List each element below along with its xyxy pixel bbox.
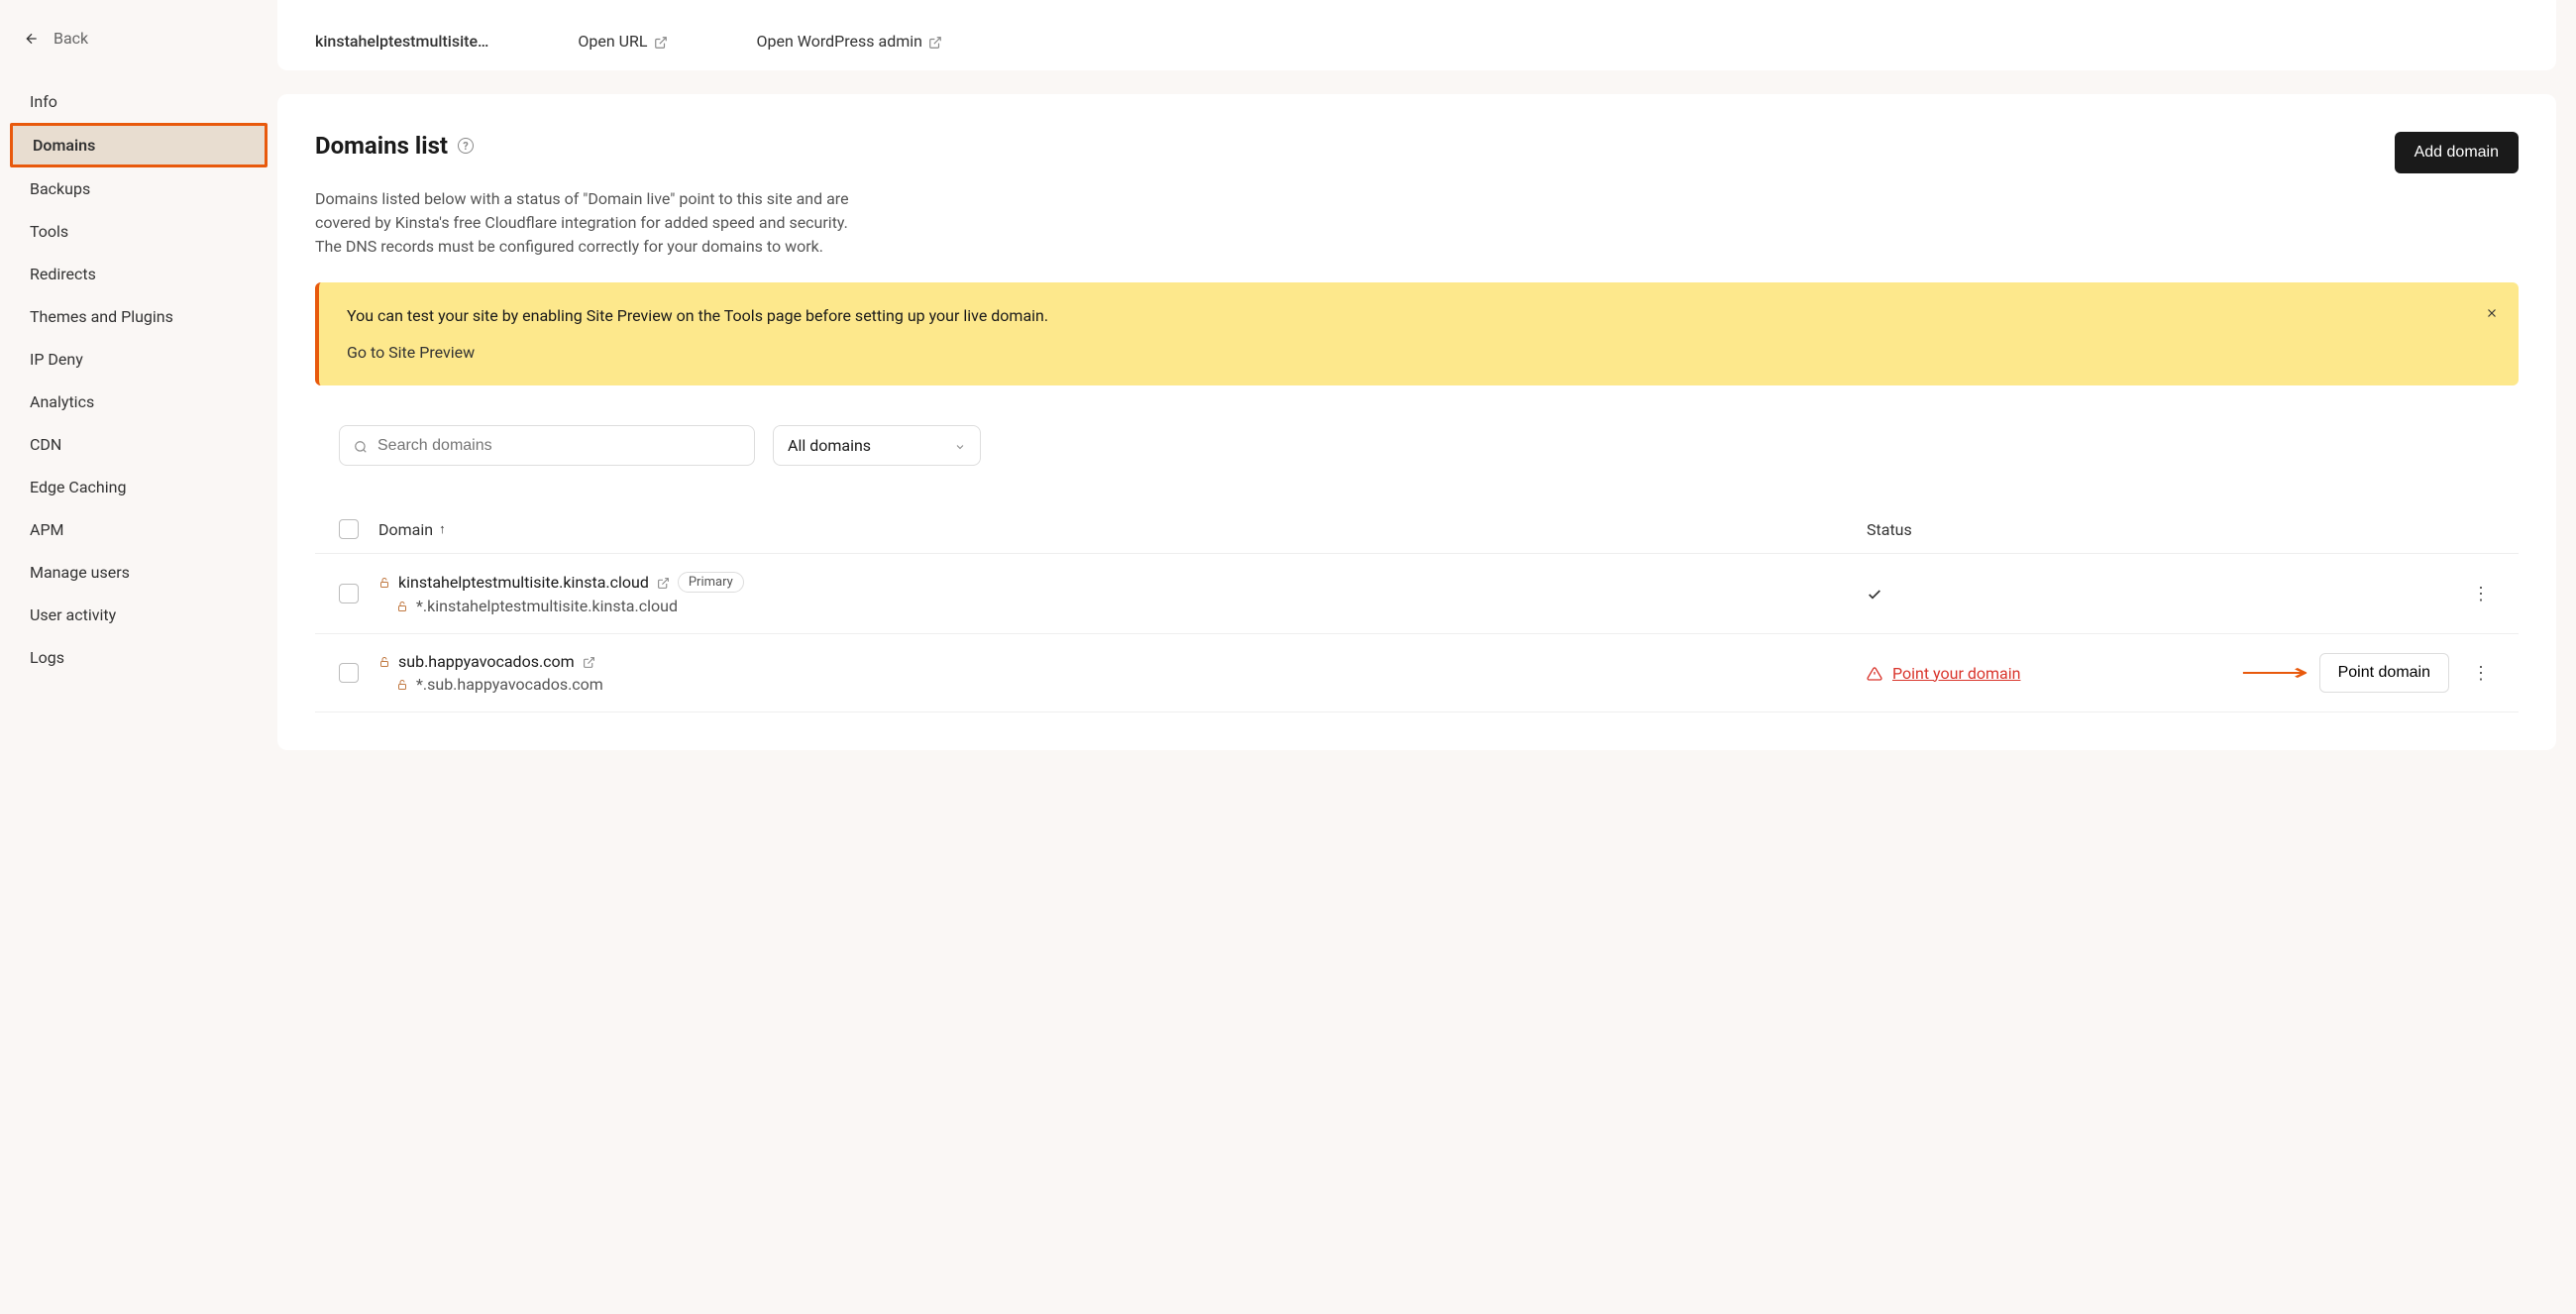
back-button[interactable]: Back (0, 20, 277, 56)
check-icon (1867, 585, 1882, 603)
warning-icon (1867, 664, 1882, 683)
page-description: Domains listed below with a status of "D… (315, 187, 870, 259)
sidebar-item-manage-users[interactable]: Manage users (0, 551, 277, 594)
column-header-status[interactable]: Status (1867, 520, 2243, 539)
filter-select[interactable]: All domains (773, 425, 981, 466)
external-link-icon[interactable] (657, 573, 670, 592)
external-link-icon (928, 32, 942, 51)
site-preview-alert: You can test your site by enabling Site … (315, 282, 2519, 385)
table-row: kinstahelptestmultisite.kinsta.cloud Pri… (315, 554, 2519, 634)
wildcard-domain: *.kinstahelptestmultisite.kinsta.cloud (416, 597, 678, 615)
primary-badge: Primary (678, 572, 744, 593)
column-domain-label: Domain (378, 520, 433, 539)
table-row: sub.happyavocados.com *.sub.happyavocado… (315, 634, 2519, 712)
topbar: kinstahelptestmultisite… Open URL Open W… (277, 0, 2556, 70)
filter-label: All domains (788, 436, 871, 455)
sidebar-item-backups[interactable]: Backups (0, 167, 277, 210)
sidebar-item-themes-plugins[interactable]: Themes and Plugins (0, 295, 277, 338)
open-wp-label: Open WordPress admin (757, 32, 922, 51)
select-all-checkbox[interactable] (339, 519, 359, 539)
sidebar-item-edge-caching[interactable]: Edge Caching (0, 466, 277, 508)
lock-icon (378, 654, 390, 669)
sidebar-item-domains[interactable]: Domains (10, 123, 268, 167)
sidebar-item-cdn[interactable]: CDN (0, 423, 277, 466)
sidebar: Back Info Domains Backups Tools Redirect… (0, 0, 277, 1314)
point-domain-button[interactable]: Point domain (2319, 653, 2449, 693)
sidebar-item-user-activity[interactable]: User activity (0, 594, 277, 636)
search-icon (354, 436, 368, 455)
content-card: Domains list ? Add domain Domains listed… (277, 94, 2556, 750)
arrow-left-icon (24, 28, 40, 49)
help-icon[interactable]: ? (458, 138, 474, 154)
back-label: Back (54, 29, 88, 48)
sort-asc-icon: ↑ (439, 521, 446, 537)
alert-link[interactable]: Go to Site Preview (347, 343, 2491, 362)
lock-icon (396, 599, 408, 613)
row-checkbox[interactable] (339, 584, 359, 603)
external-link-icon[interactable] (583, 652, 595, 671)
page-title: Domains list ? (315, 132, 474, 160)
sidebar-item-analytics[interactable]: Analytics (0, 381, 277, 423)
search-input[interactable] (377, 437, 740, 455)
site-name: kinstahelptestmultisite… (315, 32, 488, 51)
page-title-text: Domains list (315, 132, 448, 160)
domains-table: Domain ↑ Status kinst (315, 505, 2519, 712)
column-header-domain[interactable]: Domain ↑ (378, 520, 1849, 539)
table-header: Domain ↑ Status (315, 505, 2519, 554)
lock-icon (378, 575, 390, 590)
close-icon[interactable] (2485, 302, 2499, 323)
row-menu-button[interactable]: ⋮ (2472, 663, 2490, 684)
lock-icon (396, 677, 408, 692)
row-menu-button[interactable]: ⋮ (2472, 584, 2490, 604)
sidebar-item-ip-deny[interactable]: IP Deny (0, 338, 277, 381)
point-your-domain-link[interactable]: Point your domain (1892, 664, 2020, 683)
open-url-link[interactable]: Open URL (578, 32, 667, 51)
sidebar-item-apm[interactable]: APM (0, 508, 277, 551)
main-content: kinstahelptestmultisite… Open URL Open W… (277, 0, 2576, 1314)
search-input-wrapper[interactable] (339, 425, 755, 466)
sidebar-item-logs[interactable]: Logs (0, 636, 277, 679)
wildcard-domain: *.sub.happyavocados.com (416, 675, 603, 694)
row-checkbox[interactable] (339, 663, 359, 683)
sidebar-item-tools[interactable]: Tools (0, 210, 277, 253)
alert-text: You can test your site by enabling Site … (347, 306, 2491, 325)
add-domain-button[interactable]: Add domain (2395, 132, 2519, 173)
open-url-label: Open URL (578, 32, 647, 51)
open-wp-admin-link[interactable]: Open WordPress admin (757, 32, 942, 51)
annotation-arrow-icon: ⟶ (2240, 661, 2308, 686)
domain-name[interactable]: sub.happyavocados.com (398, 652, 575, 671)
sidebar-item-info[interactable]: Info (0, 80, 277, 123)
sidebar-item-redirects[interactable]: Redirects (0, 253, 277, 295)
domain-name[interactable]: kinstahelptestmultisite.kinsta.cloud (398, 573, 649, 592)
external-link-icon (654, 32, 668, 51)
chevron-down-icon (954, 436, 966, 455)
